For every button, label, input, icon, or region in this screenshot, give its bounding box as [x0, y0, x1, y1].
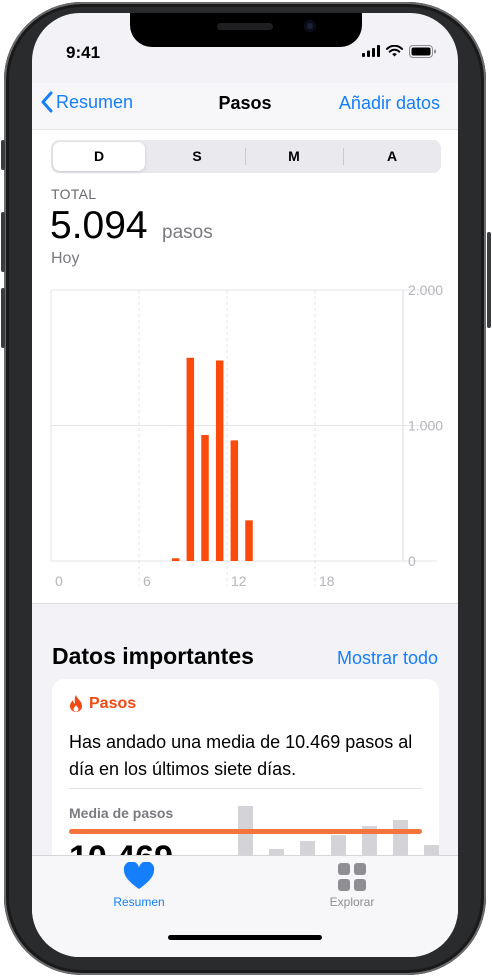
volume-down-button [1, 288, 5, 348]
x-tick-label: 18 [319, 573, 335, 589]
home-indicator [168, 935, 322, 940]
side-button [1, 140, 5, 170]
highlights-title: Datos importantes [52, 643, 254, 669]
notch [130, 13, 362, 47]
status-icons [362, 43, 436, 59]
divider [69, 788, 422, 789]
x-tick-label: 12 [231, 573, 247, 589]
tab-explore[interactable]: Explorar [292, 862, 412, 909]
total-label: TOTAL [51, 186, 97, 202]
heart-icon [123, 861, 155, 889]
total-unit: pasos [162, 222, 213, 243]
steps-chart[interactable]: 0 6 12 18 0 1.000 2.000 [32, 278, 458, 598]
chart-bar [186, 357, 195, 561]
front-camera [304, 20, 316, 32]
y-tick-label: 1.000 [408, 418, 443, 434]
chart-bar [230, 440, 239, 561]
show-all-link[interactable]: Mostrar todo [337, 648, 438, 669]
average-line [69, 829, 422, 834]
highlight-card[interactable]: Pasos Has andado una media de 10.469 pas… [52, 679, 439, 879]
tab-summary-label: Resumen [113, 895, 165, 909]
chart-bar [201, 434, 209, 561]
cellular-signal-icon [362, 45, 380, 57]
total-date: Hoy [51, 250, 80, 267]
chart-bar [171, 558, 180, 561]
y-tick-label: 0 [408, 553, 416, 569]
status-time: 9:41 [66, 43, 101, 62]
steps-card: D S M A TOTAL 5.094 pasos Hoy 0 6 12 18 0 1.0… [32, 130, 458, 604]
highlight-header: Pasos [69, 695, 136, 713]
segment-year[interactable]: A [344, 142, 440, 171]
navigation-bar: Resumen Pasos Añadir datos [32, 83, 458, 130]
average-steps-label: Media de pasos [69, 805, 174, 821]
grid-icon [338, 863, 366, 891]
segment-week[interactable]: S [149, 142, 245, 171]
tab-bar: Resumen Explorar [32, 855, 458, 957]
x-tick-label: 6 [143, 573, 151, 589]
power-button [487, 232, 491, 328]
total-value: 5.094 [50, 204, 148, 247]
volume-up-button [1, 212, 5, 272]
tab-summary[interactable]: Resumen [79, 861, 199, 909]
tab-explore-label: Explorar [329, 895, 375, 909]
x-tick-label: 0 [55, 573, 63, 589]
period-segmented-control: D S M A [51, 140, 441, 173]
y-tick-label: 2.000 [408, 282, 443, 298]
chart-bar [215, 360, 224, 561]
highlight-text: Has andado una media de 10.469 pasos al … [69, 732, 413, 779]
chart-bar [245, 520, 253, 561]
wifi-icon [386, 45, 403, 57]
highlight-category: Pasos [89, 695, 137, 712]
screen: 9:41 Resumen Pasos Añadir datos D S M A … [32, 13, 458, 957]
speaker [217, 23, 273, 30]
segment-day[interactable]: D [53, 142, 145, 171]
segment-month[interactable]: M [246, 142, 342, 171]
battery-icon [409, 44, 436, 58]
flame-icon [70, 695, 82, 712]
add-data-button[interactable]: Añadir datos [339, 93, 440, 114]
